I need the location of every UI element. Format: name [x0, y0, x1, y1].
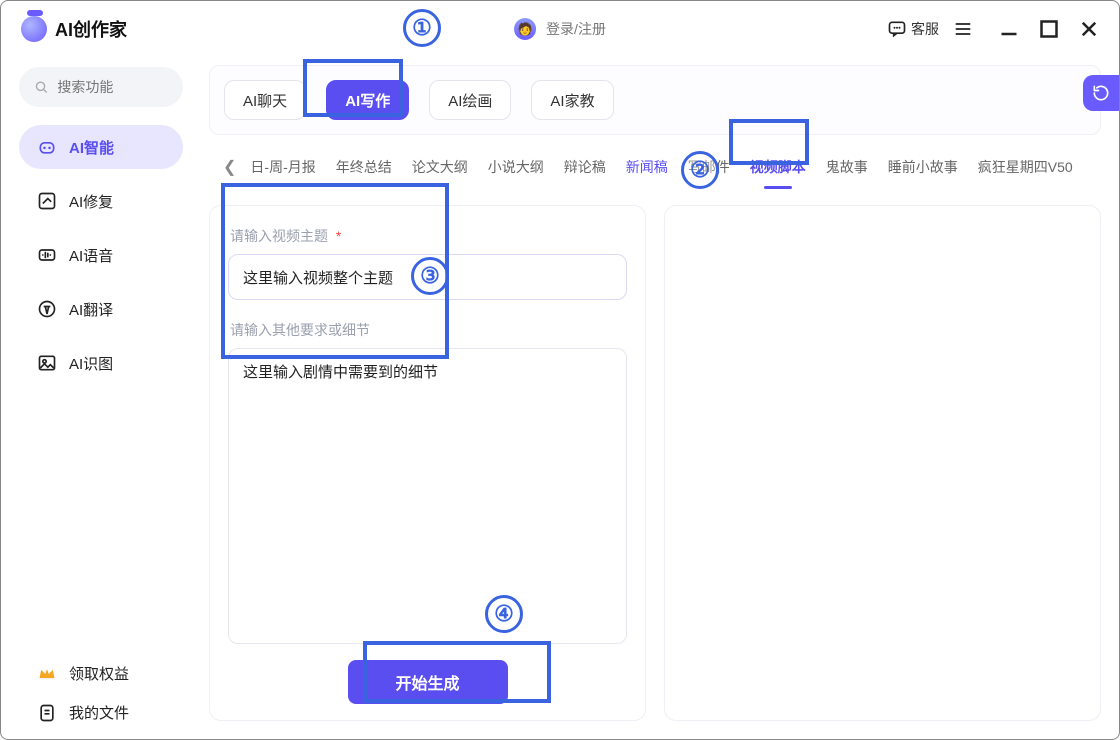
search-icon: [33, 77, 49, 97]
subtab-item-1[interactable]: 论文大纲: [412, 157, 468, 177]
sidebar: AI智能 AI修复 AI语音 AI翻译 AI识图 领取权益: [1, 57, 201, 739]
app-title: AI创作家: [55, 16, 127, 42]
sidebar-benefits-label: 领取权益: [69, 663, 129, 684]
waveform-icon: [37, 245, 57, 265]
sidebar-item-label: AI识图: [69, 353, 113, 374]
main: AI聊天 AI写作 AI绘画 AI家教 ❮ 日-周-月报 年终总结 论文大纲 小…: [201, 57, 1119, 739]
header-center: 🧑 登录/注册: [514, 18, 606, 40]
robot-icon: [37, 137, 57, 157]
menu-button[interactable]: [953, 19, 973, 39]
subtab-item-4[interactable]: 新闻稿: [626, 157, 668, 177]
maximize-icon: [1039, 19, 1059, 39]
sidebar-my-files-label: 我的文件: [69, 702, 129, 723]
crown-icon: [37, 664, 57, 684]
tab-ai-tutor[interactable]: AI家教: [531, 80, 613, 120]
sidebar-item-ai-translate[interactable]: AI翻译: [19, 287, 183, 331]
minimize-icon: [999, 19, 1019, 39]
subtab-prev-label[interactable]: 日-周-月报: [250, 157, 315, 177]
logo-icon: [21, 16, 47, 42]
tab-ai-painting[interactable]: AI绘画: [429, 80, 511, 120]
sidebar-my-files[interactable]: 我的文件: [37, 702, 183, 723]
close-button[interactable]: [1079, 19, 1099, 39]
sidebar-item-ai-image[interactable]: AI识图: [19, 341, 183, 385]
titlebar: AI创作家 🧑 登录/注册 客服: [1, 1, 1119, 57]
window-controls: [999, 19, 1099, 39]
sidebar-bottom: 领取权益 我的文件: [19, 663, 183, 723]
sub-tabs: ❮ 日-周-月报 年终总结 论文大纲 小说大纲 辩论稿 新闻稿 写邮件 视频脚本…: [209, 145, 1101, 189]
generate-button[interactable]: 开始生成: [348, 660, 508, 704]
wand-icon: [37, 191, 57, 211]
minimize-button[interactable]: [999, 19, 1019, 39]
subtab-prev-icon[interactable]: ❮: [223, 157, 236, 177]
close-icon: [1079, 19, 1099, 39]
subtab-item-0[interactable]: 年终总结: [336, 157, 392, 177]
details-field-label: 请输入其他要求或细节: [230, 320, 627, 340]
content-split: 请输入视频主题 * 请输入其他要求或细节 开始生成: [209, 205, 1101, 721]
right-panel: [664, 205, 1101, 721]
generate-wrap: 开始生成: [228, 660, 627, 704]
header-right: 客服: [887, 19, 1099, 39]
sidebar-benefits[interactable]: 领取权益: [37, 663, 183, 684]
customer-service-button[interactable]: 客服: [887, 19, 939, 39]
customer-service-label: 客服: [911, 19, 939, 39]
app-logo: AI创作家: [21, 16, 127, 42]
subtab-item-8[interactable]: 睡前小故事: [888, 157, 958, 177]
file-icon: [37, 703, 57, 723]
layout: AI智能 AI修复 AI语音 AI翻译 AI识图 领取权益: [1, 57, 1119, 739]
sidebar-item-ai-voice[interactable]: AI语音: [19, 233, 183, 277]
sidebar-item-label: AI修复: [69, 191, 113, 212]
details-textarea[interactable]: [228, 348, 627, 644]
sidebar-item-label: AI翻译: [69, 299, 113, 320]
translate-icon: [37, 299, 57, 319]
search-box[interactable]: [19, 67, 183, 107]
sidebar-item-label: AI语音: [69, 245, 113, 266]
subtab-item-7[interactable]: 鬼故事: [826, 157, 868, 177]
topic-field-label: 请输入视频主题 *: [230, 226, 627, 246]
subtab-item-6[interactable]: 视频脚本: [750, 157, 806, 177]
chat-bubble-icon: [887, 19, 907, 39]
sidebar-item-ai-smart[interactable]: AI智能: [19, 125, 183, 169]
maximize-button[interactable]: [1039, 19, 1059, 39]
login-register-link[interactable]: 登录/注册: [546, 19, 606, 39]
tab-ai-chat[interactable]: AI聊天: [224, 80, 306, 120]
topic-input[interactable]: [228, 254, 627, 300]
details-label-text: 请输入其他要求或细节: [230, 322, 370, 338]
subtab-item-2[interactable]: 小说大纲: [488, 157, 544, 177]
sidebar-spacer: [19, 385, 183, 663]
topic-label-text: 请输入视频主题: [230, 228, 328, 244]
sidebar-item-ai-repair[interactable]: AI修复: [19, 179, 183, 223]
top-tabs: AI聊天 AI写作 AI绘画 AI家教: [209, 65, 1101, 135]
clock-arrow-icon: [1091, 83, 1111, 103]
image-icon: [37, 353, 57, 373]
required-asterisk: *: [336, 228, 341, 244]
left-panel: 请输入视频主题 * 请输入其他要求或细节 开始生成: [209, 205, 646, 721]
subtab-item-9[interactable]: 疯狂星期四V50: [978, 157, 1073, 177]
hamburger-icon: [953, 19, 973, 39]
avatar[interactable]: 🧑: [514, 18, 536, 40]
history-fab[interactable]: [1083, 75, 1119, 111]
sidebar-nav: AI智能 AI修复 AI语音 AI翻译 AI识图: [19, 125, 183, 385]
subtab-item-5[interactable]: 写邮件: [688, 157, 730, 177]
sidebar-item-label: AI智能: [69, 137, 114, 158]
search-input[interactable]: [57, 79, 169, 95]
subtab-item-3[interactable]: 辩论稿: [564, 157, 606, 177]
tab-ai-writing[interactable]: AI写作: [326, 80, 409, 120]
